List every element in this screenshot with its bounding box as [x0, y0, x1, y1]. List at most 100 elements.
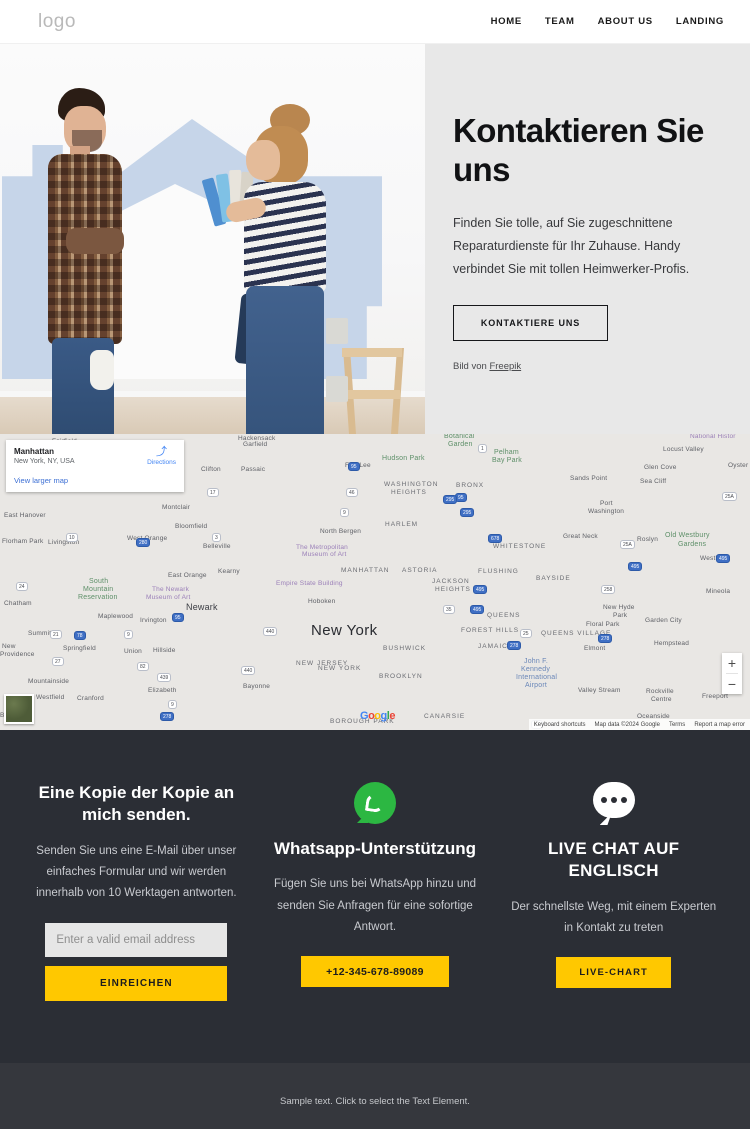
contact-us-button[interactable]: KONTAKTIERE UNS	[453, 305, 608, 342]
map-label: North Bergen	[320, 528, 362, 535]
map-label: New Hyde	[603, 604, 635, 611]
map-label: Roslyn	[637, 536, 659, 543]
map-place-card[interactable]: Manhattan New York, NY, USA ⤴ Directions…	[6, 440, 184, 492]
map-label: National Histor	[690, 434, 736, 440]
map-label: Clifton	[201, 466, 221, 473]
map-label: Airport	[525, 682, 548, 689]
route-shield: 9	[124, 630, 133, 639]
map-label: Oyster	[728, 462, 749, 469]
nav-item-home[interactable]: HOME	[491, 16, 522, 27]
route-shield: 82	[137, 662, 149, 671]
map-label: Park	[613, 612, 628, 619]
contact-section: Eine Kopie der Kopie an mich senden. Sen…	[0, 730, 750, 1063]
map-label: Cranford	[77, 695, 104, 702]
nav-item-about-us[interactable]: ABOUT US	[598, 16, 653, 27]
map-label: Passaic	[241, 466, 266, 473]
map-label: Valley Stream	[578, 687, 621, 694]
map-label: Summit	[28, 630, 52, 637]
whatsapp-title: Whatsapp-Unterstützung	[273, 839, 477, 858]
freepik-link[interactable]: Freepik	[489, 361, 521, 372]
map-label: Hoboken	[308, 598, 336, 605]
directions-icon: ⤴	[156, 446, 168, 458]
email-form-title: Eine Kopie der Kopie an mich senden.	[38, 783, 235, 825]
image-credit-prefix: Bild von	[453, 361, 490, 373]
map-label: Washington	[588, 508, 625, 515]
route-shield: 278	[160, 712, 175, 721]
map-label: Old Westbury	[665, 532, 710, 539]
route-shield: 278	[598, 634, 613, 643]
route-shield: 280	[136, 538, 151, 547]
map-label: HEIGHTS	[435, 586, 471, 593]
site-logo[interactable]: logo	[38, 11, 76, 33]
contact-column-email-form: Eine Kopie der Kopie an mich senden. Sen…	[24, 782, 249, 1001]
map-label: Belleville	[203, 543, 231, 550]
person-man	[38, 88, 138, 434]
map-label: Rockville	[646, 688, 674, 695]
map-label: Centre	[651, 696, 672, 703]
directions-label: Directions	[147, 459, 176, 466]
map-label: NEW YORK	[318, 665, 362, 672]
map-label: Irvington	[140, 617, 167, 624]
map-label: Glen Cove	[644, 464, 677, 471]
zoom-out-button[interactable]: −	[722, 674, 742, 694]
site-header: logo HOME TEAM ABOUT US LANDING	[0, 0, 750, 44]
route-shield: 295	[460, 508, 475, 517]
map-label: HEIGHTS	[391, 489, 427, 496]
map-data-text: Map data ©2024 Google	[594, 721, 660, 728]
map-label: Floral Park	[586, 621, 620, 628]
map-label: Elizabeth	[148, 687, 177, 694]
route-shield: 278	[507, 641, 522, 650]
map-label: ASTORIA	[402, 567, 438, 574]
map-label: Sands Point	[570, 475, 608, 482]
whatsapp-phone-button[interactable]: +12-345-678-89089	[301, 956, 449, 988]
map-label: Pelham	[494, 449, 519, 456]
route-shield: 25	[520, 629, 532, 638]
whatsapp-icon	[354, 782, 396, 824]
report-map-error-link[interactable]: Report a map error	[694, 722, 745, 728]
map-label: BAYSIDE	[536, 575, 571, 582]
satellite-view-toggle[interactable]	[4, 694, 34, 724]
map-label: Kennedy	[521, 666, 551, 673]
image-credit: Bild von Freepik	[453, 361, 720, 372]
livechat-button[interactable]: LIVE-CHART	[556, 957, 672, 989]
map-label: East Orange	[168, 572, 207, 579]
place-address: New York, NY, USA	[14, 458, 75, 465]
route-shield: 95	[172, 613, 184, 622]
map-label: Bloomfield	[175, 523, 208, 530]
map-label: Mountain	[83, 586, 114, 593]
map-label: South	[89, 578, 109, 585]
route-shield: 17	[207, 488, 219, 497]
directions-button[interactable]: ⤴ Directions	[147, 446, 176, 467]
livechat-description: Der schnellste Weg, mit einem Experten i…	[511, 900, 717, 935]
page-title: Kontaktieren Sie uns	[453, 112, 704, 188]
map-label: East Hanover	[4, 512, 46, 519]
map-label: FOREST HILLS	[461, 627, 520, 634]
map-label: Empire State Building	[276, 580, 343, 587]
email-input[interactable]	[45, 922, 228, 957]
nav-item-team[interactable]: TEAM	[545, 16, 575, 27]
map-label: Museum of Art	[302, 551, 347, 558]
map-zoom-controls[interactable]: + −	[722, 653, 742, 694]
map-label: BRONX	[456, 482, 485, 489]
map-label: Gardens	[678, 541, 707, 548]
contact-column-whatsapp: Whatsapp-Unterstützung Fügen Sie uns bei…	[263, 782, 488, 1001]
nav-item-landing[interactable]: LANDING	[676, 16, 724, 27]
location-map[interactable]: ✦ ✦ ▣ ▣ ▲ ✈ FairfieldHackensackGarfieldB…	[0, 434, 750, 730]
map-label: WHITESTONE	[493, 543, 547, 550]
map-label: The Metropolitan	[296, 544, 348, 551]
view-larger-map-link[interactable]: View larger map	[14, 476, 176, 485]
zoom-in-button[interactable]: +	[722, 653, 742, 673]
submit-button[interactable]: EINREICHEN	[45, 965, 228, 1001]
route-shield: 9	[168, 700, 177, 709]
terms-link[interactable]: Terms	[669, 722, 685, 728]
route-shield: 1	[478, 444, 487, 453]
map-label: International	[516, 674, 558, 681]
map-label: Westfield	[36, 694, 65, 701]
map-label: Bayonne	[243, 683, 271, 690]
map-label: Elmont	[584, 645, 606, 652]
keyboard-shortcuts-link[interactable]: Keyboard shortcuts	[534, 722, 586, 728]
route-shield: 258	[601, 585, 616, 594]
main-navigation: HOME TEAM ABOUT US LANDING	[491, 16, 724, 27]
footer-sample-text[interactable]: Sample text. Click to select the Text El…	[280, 1096, 470, 1107]
map-label: JACKSON	[432, 578, 470, 585]
